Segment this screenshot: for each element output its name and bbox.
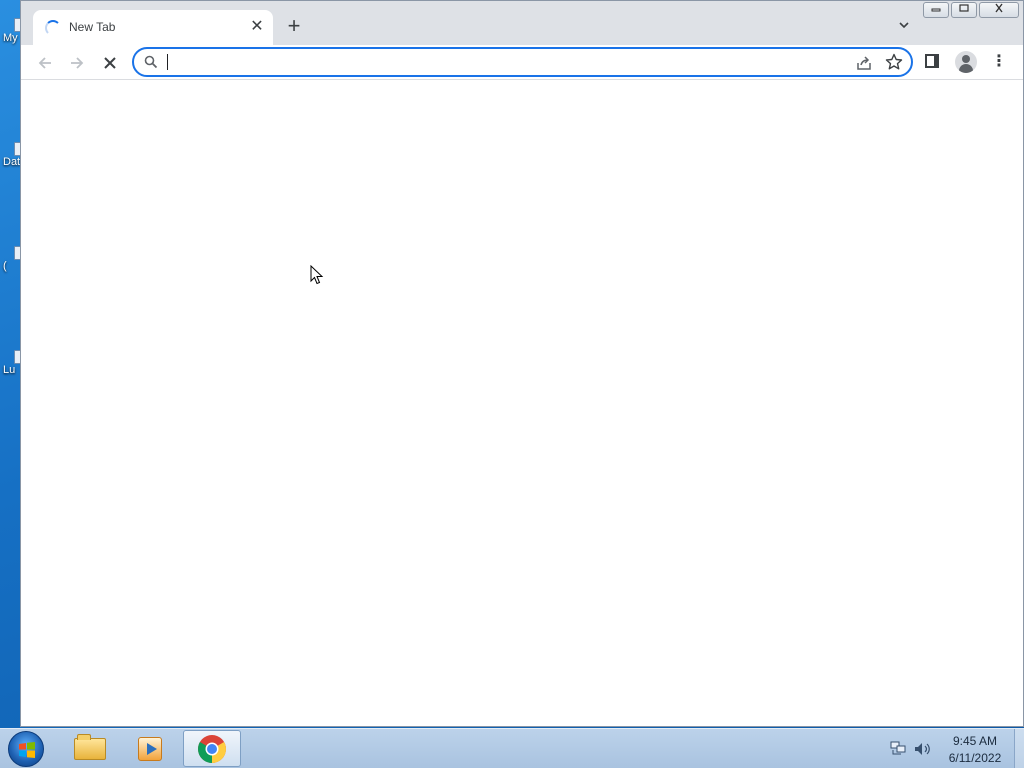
windows-flag-icon: [19, 742, 35, 758]
close-window-button[interactable]: [979, 2, 1019, 18]
side-panel-icon[interactable]: [925, 54, 939, 68]
volume-icon[interactable]: [914, 741, 932, 757]
show-desktop-button[interactable]: [1014, 729, 1024, 768]
address-input[interactable]: [166, 52, 846, 72]
text-caret: [167, 54, 168, 70]
taskbar-chrome[interactable]: [183, 730, 241, 767]
network-icon[interactable]: [890, 741, 906, 755]
tab-search-button[interactable]: [894, 17, 914, 37]
close-icon: [104, 57, 116, 69]
back-button[interactable]: [31, 49, 59, 77]
profile-body: [959, 64, 973, 73]
arrow-right-icon: [71, 57, 84, 69]
browser-window: New Tab ✕ + ⋮: [20, 0, 1024, 727]
menu-icon[interactable]: ⋮: [991, 51, 1007, 73]
taskbar-explorer[interactable]: [62, 730, 120, 767]
tab-close-button[interactable]: ✕: [247, 17, 267, 37]
taskbar-media-player[interactable]: [122, 730, 180, 767]
search-icon: [144, 55, 158, 69]
tab-title: New Tab: [69, 20, 116, 34]
chevron-down-icon: [899, 22, 909, 29]
profile-head: [962, 55, 970, 63]
clock-time[interactable]: 9:45 AM: [940, 734, 1010, 748]
start-button[interactable]: [8, 731, 44, 767]
tab-strip: New Tab ✕ +: [21, 1, 1023, 45]
clock-date[interactable]: 6/11/2022: [940, 751, 1010, 765]
loading-spinner-icon: [45, 20, 61, 36]
browser-toolbar: ⋮: [21, 45, 1023, 80]
close-icon: [995, 3, 1003, 13]
media-player-icon: [138, 737, 162, 761]
forward-button[interactable]: [63, 49, 91, 77]
taskbar: 9:45 AM 6/11/2022: [0, 728, 1024, 768]
profile-icon[interactable]: [955, 51, 977, 73]
star-icon: [885, 53, 903, 70]
share-icon[interactable]: [855, 54, 873, 72]
bookmark-star-button[interactable]: [883, 51, 905, 73]
minimize-button[interactable]: [923, 2, 949, 18]
restore-icon: [959, 4, 969, 12]
maximize-button[interactable]: [951, 2, 977, 18]
new-tab-button[interactable]: +: [282, 14, 306, 38]
tab-new-tab[interactable]: New Tab ✕: [33, 10, 273, 45]
address-bar[interactable]: [132, 47, 913, 77]
folder-icon: [74, 734, 106, 760]
page-content: [21, 81, 1023, 726]
mouse-pointer-icon: [310, 265, 324, 285]
chrome-icon: [198, 735, 226, 763]
minimize-icon: [931, 8, 941, 12]
arrow-left-icon: [38, 57, 51, 69]
stop-loading-button[interactable]: [96, 49, 124, 77]
window-controls: [921, 2, 1019, 20]
